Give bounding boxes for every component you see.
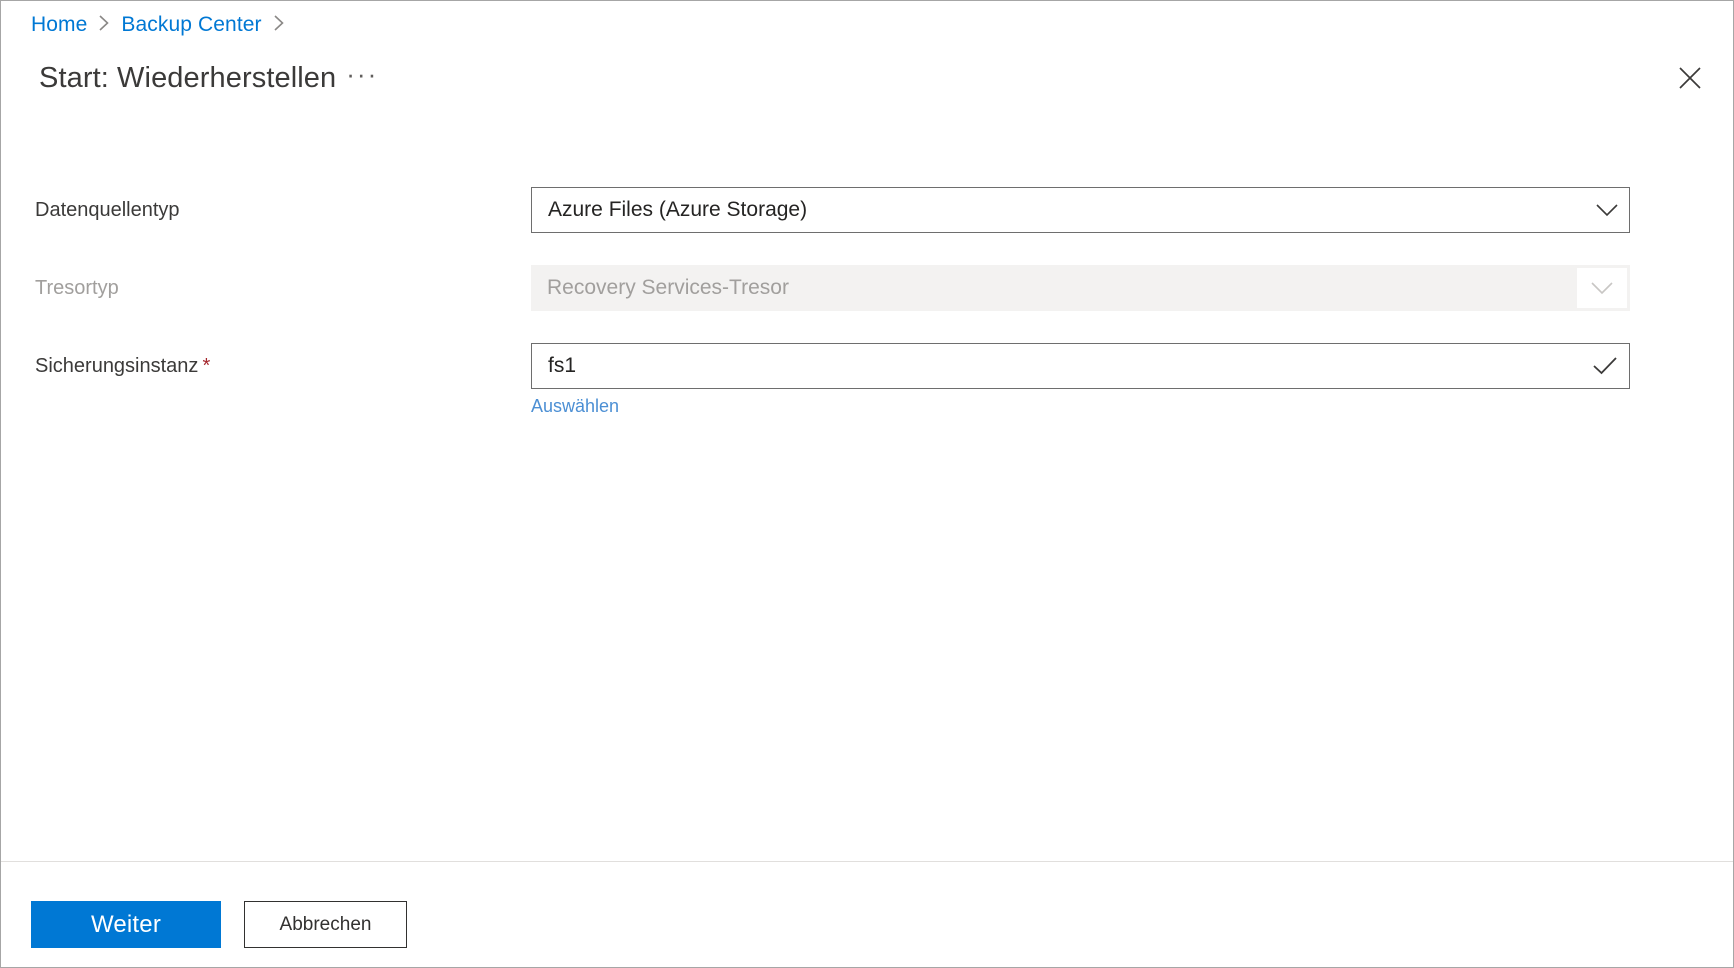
breadcrumb-item-backup-center[interactable]: Backup Center: [121, 14, 261, 35]
required-asterisk: *: [202, 355, 210, 377]
chevron-down-icon[interactable]: [1585, 188, 1629, 232]
datasource-type-value: Azure Files (Azure Storage): [532, 197, 1585, 223]
form-row-backup-instance: Sicherungsinstanz* fs1 Auswählen: [1, 343, 1733, 421]
form-row-datasource-type: Datenquellentyp Azure Files (Azure Stora…: [1, 187, 1733, 265]
restore-blade: Home Backup Center Start: Wiederherstell…: [0, 0, 1734, 968]
blade-footer: Weiter Abbrechen: [1, 862, 1733, 967]
more-menu-icon[interactable]: ···: [346, 59, 378, 90]
page-title: Start: Wiederherstellen: [39, 62, 336, 95]
cancel-button[interactable]: Abbrechen: [244, 901, 407, 948]
form-row-vault-type: Tresortyp Recovery Services-Tresor: [1, 265, 1733, 343]
label-backup-instance-text: Sicherungsinstanz: [35, 355, 198, 377]
backup-instance-value: fs1: [532, 353, 1581, 379]
blade-header: Start: Wiederherstellen ···: [1, 51, 1733, 105]
checkmark-icon: [1581, 344, 1629, 388]
datasource-type-dropdown[interactable]: Azure Files (Azure Storage): [531, 187, 1630, 233]
vault-type-value: Recovery Services-Tresor: [531, 275, 1577, 301]
vault-type-dropdown: Recovery Services-Tresor: [531, 265, 1630, 311]
next-button[interactable]: Weiter: [31, 901, 221, 948]
close-icon: [1677, 65, 1703, 91]
breadcrumb-item-home[interactable]: Home: [31, 14, 87, 35]
label-backup-instance: Sicherungsinstanz*: [35, 353, 210, 379]
close-button[interactable]: [1669, 57, 1711, 99]
label-datasource-type: Datenquellentyp: [35, 197, 180, 223]
restore-form: Datenquellentyp Azure Files (Azure Stora…: [1, 187, 1733, 421]
backup-instance-field[interactable]: fs1: [531, 343, 1630, 389]
breadcrumb: Home Backup Center: [31, 7, 296, 41]
label-vault-type: Tresortyp: [35, 275, 119, 301]
chevron-right-icon: [98, 14, 110, 32]
chevron-down-icon-disabled: [1577, 268, 1627, 308]
chevron-right-icon-2: [273, 14, 285, 32]
select-backup-instance-link[interactable]: Auswählen: [531, 395, 619, 417]
